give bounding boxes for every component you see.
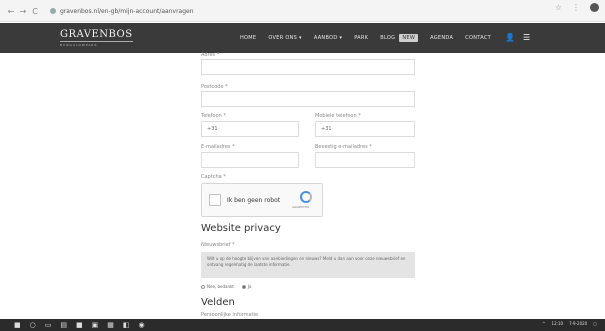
notification-icon[interactable]: ▢ <box>593 321 597 326</box>
newsletter-options: Nee, bedankt Ja <box>201 284 252 289</box>
browser-taskbar-icon[interactable]: ◉ <box>138 321 144 329</box>
nav-item-aanbod[interactable]: AANBOD ▾ <box>314 35 342 41</box>
user-icon[interactable]: 👤 <box>505 34 515 42</box>
postcode-input[interactable] <box>201 91 415 107</box>
email-confirm-input[interactable] <box>315 152 415 168</box>
os-taskbar: ■ ○ ▭ ▤ ■ ▣ ▦ ◧ ◉ ^ 12:10 7-9-2020 ▢ <box>0 319 605 331</box>
system-tray-icon[interactable]: ^ <box>542 321 545 326</box>
email-label: E-mailadres * <box>201 144 235 150</box>
phone-prefix[interactable]: +31 <box>207 126 218 132</box>
mobile-prefix[interactable]: +31 <box>321 126 332 132</box>
recaptcha-checkbox[interactable] <box>209 194 221 206</box>
radio-option-yes[interactable]: Ja <box>241 284 252 289</box>
task-view-icon[interactable]: ▭ <box>45 321 52 329</box>
nav-item-agenda[interactable]: AGENDA <box>430 35 453 41</box>
nav-badge-new: NEW <box>399 34 419 42</box>
site-logo[interactable]: GRAVENBOS <box>60 29 133 42</box>
newsletter-label: Nieuwsbrief * <box>201 242 235 248</box>
nav-item-blog[interactable]: BLOG <box>380 35 395 41</box>
phone-label: Telefoon * <box>201 113 226 119</box>
nav-item-home[interactable]: HOME <box>240 35 256 41</box>
radio-checked-icon[interactable] <box>241 285 246 289</box>
phone-input[interactable]: +31 <box>201 121 299 137</box>
address-input[interactable] <box>201 59 415 75</box>
star-icon[interactable]: ☆ <box>555 3 562 12</box>
mobile-label: Mobiele telefoon * <box>315 113 361 119</box>
address-label: Adres * <box>201 52 220 58</box>
site-header: GRAVENBOS BUNGALOWPARK HOME OVER ONS ▾ A… <box>0 23 605 53</box>
app-icon[interactable]: ▦ <box>107 321 114 329</box>
email-input[interactable] <box>201 152 299 168</box>
address-bar[interactable]: gravenbos.nl/en-gb/mijn-account/aanvrage… <box>50 4 520 18</box>
app-icon[interactable]: ◧ <box>123 321 130 329</box>
app-icon[interactable]: ▣ <box>92 321 99 329</box>
recaptcha-widget: Ik ben geen robot reCAPTCHA <box>201 183 323 217</box>
radio-option-no[interactable]: Nee, bedankt <box>201 284 234 289</box>
newsletter-notice: Wilt u op de hoogte blijven van aanbiedi… <box>201 252 415 278</box>
radio-icon[interactable] <box>201 285 205 289</box>
email-confirm-label: Bevestig e-mailadres * <box>315 144 372 150</box>
mobile-input[interactable]: +31 <box>315 121 415 137</box>
main-nav: HOME OVER ONS ▾ AANBOD ▾ PARK BLOG NEW A… <box>240 23 491 53</box>
radio-label-no: Nee, bedankt <box>207 284 234 289</box>
recaptcha-brand: reCAPTCHA <box>292 205 310 209</box>
nav-item-park[interactable]: PARK <box>354 35 368 41</box>
browser-toolbar: ← → C gravenbos.nl/en-gb/mijn-account/aa… <box>0 0 605 22</box>
app-icon[interactable]: ■ <box>76 321 83 329</box>
section-velden-title: Velden <box>201 297 235 308</box>
privacy-title: Website privacy <box>201 223 281 234</box>
recaptcha-logo-icon <box>300 191 312 203</box>
lock-icon <box>50 8 56 14</box>
radio-label-yes: Ja <box>247 284 252 289</box>
nav-item-contact[interactable]: CONTACT <box>465 35 491 41</box>
captcha-label: Captcha * <box>201 174 226 180</box>
site-logo-subtitle: BUNGALOWPARK <box>60 43 98 47</box>
profile-avatar[interactable] <box>590 3 599 12</box>
recaptcha-text: Ik ben geen robot <box>227 197 281 204</box>
url-text: gravenbos.nl/en-gb/mijn-account/aanvrage… <box>60 7 194 15</box>
postcode-label: Postcode * <box>201 84 228 90</box>
nav-item-over-ons[interactable]: OVER ONS ▾ <box>268 35 301 41</box>
clock-date[interactable]: 7-9-2020 <box>569 321 587 326</box>
file-explorer-icon[interactable]: ▤ <box>60 321 67 329</box>
reload-icon[interactable]: C <box>28 4 42 18</box>
menu-icon[interactable]: ☰ <box>523 34 530 42</box>
windows-start-icon[interactable]: ■ <box>14 321 21 329</box>
extension-icon[interactable]: ⋮ <box>572 3 580 12</box>
search-icon[interactable]: ○ <box>30 321 36 329</box>
clock-time[interactable]: 12:10 <box>552 321 564 326</box>
section-velden-subtitle: Persoonlijke informatie <box>201 312 259 318</box>
